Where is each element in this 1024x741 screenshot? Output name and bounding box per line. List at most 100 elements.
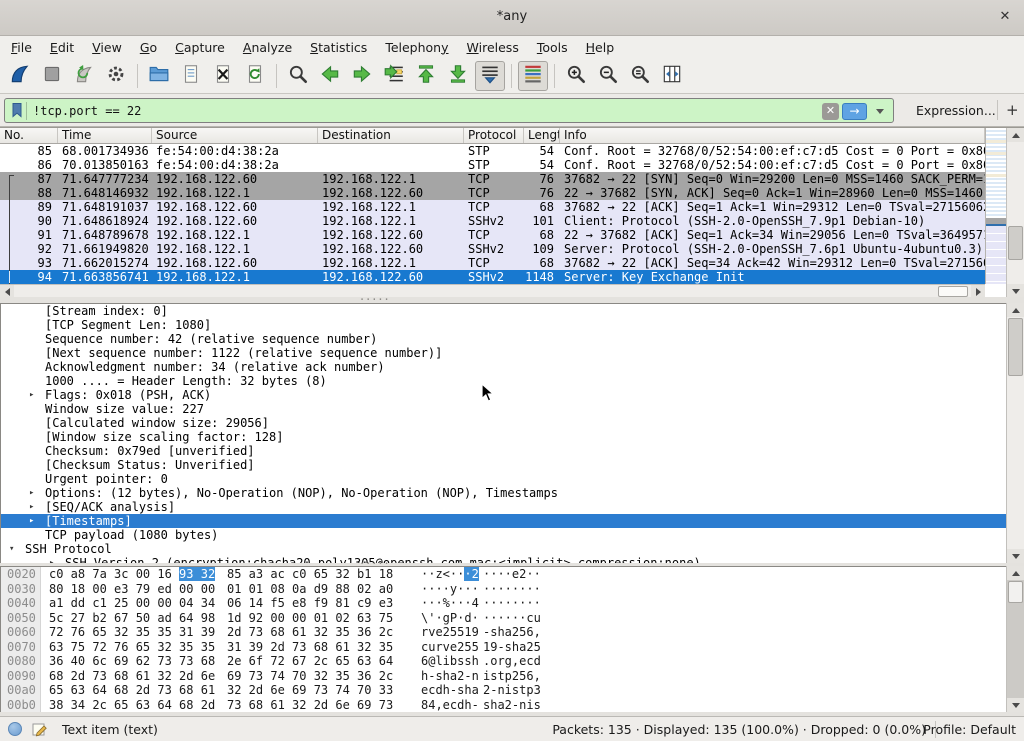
detail-line[interactable]: [Stream index: 0]: [1, 304, 1024, 318]
auto-scroll-button[interactable]: [475, 61, 505, 91]
hex-bytes-2[interactable]: 1d 92 00 00 01 02 63 75: [227, 611, 393, 626]
menu-statistics[interactable]: Statistics: [301, 38, 376, 57]
hex-ascii-1[interactable]: 6@libssh: [421, 654, 479, 669]
zoom-in-button[interactable]: [561, 61, 591, 91]
collapsed-arrow-icon[interactable]: ▸: [29, 500, 34, 514]
display-filter-box[interactable]: ✕ →: [4, 98, 894, 123]
detail-line[interactable]: [Next sequence number: 1122 (relative se…: [1, 346, 1024, 360]
hex-ascii-1[interactable]: ····y···: [421, 582, 479, 597]
detail-line[interactable]: [TCP Segment Len: 1080]: [1, 318, 1024, 332]
details-vscrollbar[interactable]: [1006, 303, 1024, 563]
column-header-no[interactable]: No.: [0, 128, 58, 144]
hex-bytes-2[interactable]: 06 14 f5 e8 f9 81 c9 e3: [227, 596, 393, 611]
file-close-button[interactable]: [208, 61, 238, 91]
column-header-length[interactable]: Length: [524, 128, 560, 144]
menu-help[interactable]: Help: [577, 38, 624, 57]
menu-telephony[interactable]: Telephony: [376, 38, 457, 57]
column-header-protocol[interactable]: Protocol: [464, 128, 524, 144]
packet-list-hscrollbar[interactable]: [0, 284, 985, 298]
hex-bytes-2[interactable]: 2d 73 68 61 32 35 36 2c: [227, 625, 393, 640]
hex-ascii-2[interactable]: sha2-nis: [483, 698, 541, 713]
hex-row[interactable]: 00505c 27 b2 67 50 ad 64 981d 92 00 00 0…: [1, 611, 1024, 626]
packet-row[interactable]: 8771.647777234192.168.122.60192.168.122.…: [0, 172, 985, 186]
detail-line[interactable]: ▸[SEQ/ACK analysis]: [1, 500, 1024, 514]
resize-columns-button[interactable]: [657, 61, 687, 91]
hex-bytes-1[interactable]: 68 2d 73 68 61 32 2d 6e: [49, 669, 215, 684]
hex-ascii-2[interactable]: 19-sha25: [483, 640, 541, 655]
hex-bytes-1[interactable]: c0 a8 7a 3c 00 16 93 32: [49, 567, 215, 582]
hex-row[interactable]: 00a065 63 64 68 2d 73 68 6132 2d 6e 69 7…: [1, 683, 1024, 698]
hex-ascii-1[interactable]: curve255: [421, 640, 479, 655]
detail-line[interactable]: ▸SSH Version 2 (encryption:chacha20-poly…: [1, 556, 1024, 563]
hex-ascii-2[interactable]: ········: [483, 582, 541, 597]
hex-bytes-1[interactable]: 72 76 65 32 35 35 31 39: [49, 625, 215, 640]
title-bar[interactable]: *any ✕: [0, 0, 1024, 36]
detail-line[interactable]: [Checksum Status: Unverified]: [1, 458, 1024, 472]
file-open-button[interactable]: [144, 61, 174, 91]
zoom-reset-button[interactable]: [625, 61, 655, 91]
hex-row[interactable]: 003080 18 00 e3 79 ed 00 0001 01 08 0a d…: [1, 582, 1024, 597]
hex-bytes-1[interactable]: 38 34 2c 65 63 64 68 2d: [49, 698, 215, 713]
menu-edit[interactable]: Edit: [41, 38, 83, 57]
packet-row[interactable]: 9071.648618924192.168.122.60192.168.122.…: [0, 214, 985, 228]
zoom-out-button[interactable]: [593, 61, 623, 91]
packet-row[interactable]: 9171.648789678192.168.122.1192.168.122.6…: [0, 228, 985, 242]
intelligent-scrollbar-minimap[interactable]: [985, 128, 1006, 284]
close-icon[interactable]: ✕: [996, 8, 1014, 26]
go-first-button[interactable]: [411, 61, 441, 91]
add-filter-button[interactable]: +: [1006, 101, 1019, 119]
hex-bytes-1[interactable]: 5c 27 b2 67 50 ad 64 98: [49, 611, 215, 626]
scroll-up-icon[interactable]: [1007, 566, 1024, 580]
detail-line[interactable]: Sequence number: 42 (relative sequence n…: [1, 332, 1024, 346]
packet-row[interactable]: 9471.663856741192.168.122.1192.168.122.6…: [0, 270, 985, 284]
packet-row[interactable]: 8670.013850163fe:54:00:d4:38:2aSTP54Conf…: [0, 158, 985, 172]
hex-bytes-2[interactable]: 73 68 61 32 2d 6e 69 73: [227, 698, 393, 713]
hex-bytes-1[interactable]: 80 18 00 e3 79 ed 00 00: [49, 582, 215, 597]
collapsed-arrow-icon[interactable]: ▸: [29, 514, 34, 528]
menu-file[interactable]: File: [2, 38, 41, 57]
colorize-packets-button[interactable]: [518, 61, 548, 91]
hex-bytes-1[interactable]: 65 63 64 68 2d 73 68 61: [49, 683, 215, 698]
expert-info-icon[interactable]: [8, 722, 22, 736]
hex-ascii-2[interactable]: istp256,: [483, 669, 541, 684]
packet-row[interactable]: 9371.662015274192.168.122.60192.168.122.…: [0, 256, 985, 270]
scrollbar-thumb[interactable]: [1008, 318, 1023, 376]
detail-line[interactable]: Urgent pointer: 0: [1, 472, 1024, 486]
hex-ascii-2[interactable]: -sha256,: [483, 625, 541, 640]
hex-row[interactable]: 007063 75 72 76 65 32 35 3531 39 2d 73 6…: [1, 640, 1024, 655]
hex-bytes-2[interactable]: 31 39 2d 73 68 61 32 35: [227, 640, 393, 655]
hex-ascii-1[interactable]: \'·gP·d·: [421, 611, 479, 626]
hex-ascii-2[interactable]: .org,ecd: [483, 654, 541, 669]
scroll-up-icon[interactable]: [1007, 303, 1024, 317]
capture-restart-button[interactable]: [69, 61, 99, 91]
scroll-down-icon[interactable]: [1007, 549, 1024, 563]
menu-tools[interactable]: Tools: [528, 38, 577, 57]
menu-view[interactable]: View: [83, 38, 131, 57]
find-packet-button[interactable]: [283, 61, 313, 91]
packet-row[interactable]: 8871.648146932192.168.122.1192.168.122.6…: [0, 186, 985, 200]
hscrollbar-thumb[interactable]: [938, 286, 968, 297]
hex-row[interactable]: 0040a1 dd c1 25 00 00 04 3406 14 f5 e8 f…: [1, 596, 1024, 611]
go-back-button[interactable]: [315, 61, 345, 91]
menu-analyze[interactable]: Analyze: [234, 38, 301, 57]
bytes-vscrollbar[interactable]: [1006, 566, 1024, 712]
go-forward-button[interactable]: [347, 61, 377, 91]
column-header-destination[interactable]: Destination: [318, 128, 464, 144]
capture-comment-icon[interactable]: [32, 721, 49, 741]
detail-line[interactable]: [Calculated window size: 29056]: [1, 416, 1024, 430]
collapsed-arrow-icon[interactable]: ▸: [29, 388, 34, 402]
hex-ascii-1[interactable]: ···%···4: [421, 596, 479, 611]
scrollbar-thumb[interactable]: [1008, 226, 1023, 260]
menu-capture[interactable]: Capture: [166, 38, 234, 57]
hex-row[interactable]: 0020c0 a8 7a 3c 00 16 93 3285 a3 ac c0 6…: [1, 567, 1024, 582]
scroll-down-icon[interactable]: [1007, 284, 1024, 298]
packet-row[interactable]: 9271.661949820192.168.122.1192.168.122.6…: [0, 242, 985, 256]
hex-bytes-2[interactable]: 2e 6f 72 67 2c 65 63 64: [227, 654, 393, 669]
detail-line[interactable]: ▸[Timestamps]: [1, 514, 1024, 528]
hex-ascii-2[interactable]: ····e2··: [483, 567, 541, 582]
capture-stop-button[interactable]: [37, 61, 67, 91]
display-filter-input[interactable]: [33, 100, 613, 121]
expanded-arrow-icon[interactable]: ▾: [9, 542, 14, 556]
hex-row[interactable]: 009068 2d 73 68 61 32 2d 6e69 73 74 70 3…: [1, 669, 1024, 684]
packet-row[interactable]: 8971.648191037192.168.122.60192.168.122.…: [0, 200, 985, 214]
